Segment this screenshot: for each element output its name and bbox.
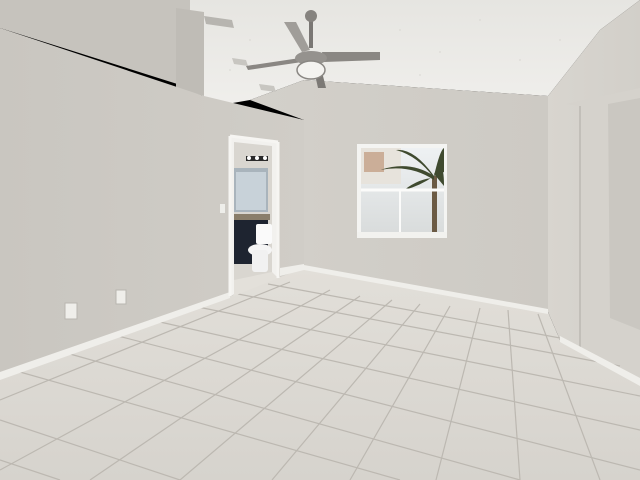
right-alcove-inner xyxy=(608,98,640,330)
room-scene xyxy=(0,0,640,480)
soffit-edge xyxy=(176,8,204,96)
doorway-icon xyxy=(228,134,280,296)
outlet-icon xyxy=(64,302,78,320)
window-icon xyxy=(357,144,447,238)
outlet-icon xyxy=(115,289,127,305)
room-photo xyxy=(0,0,640,480)
light-switch xyxy=(220,204,225,213)
